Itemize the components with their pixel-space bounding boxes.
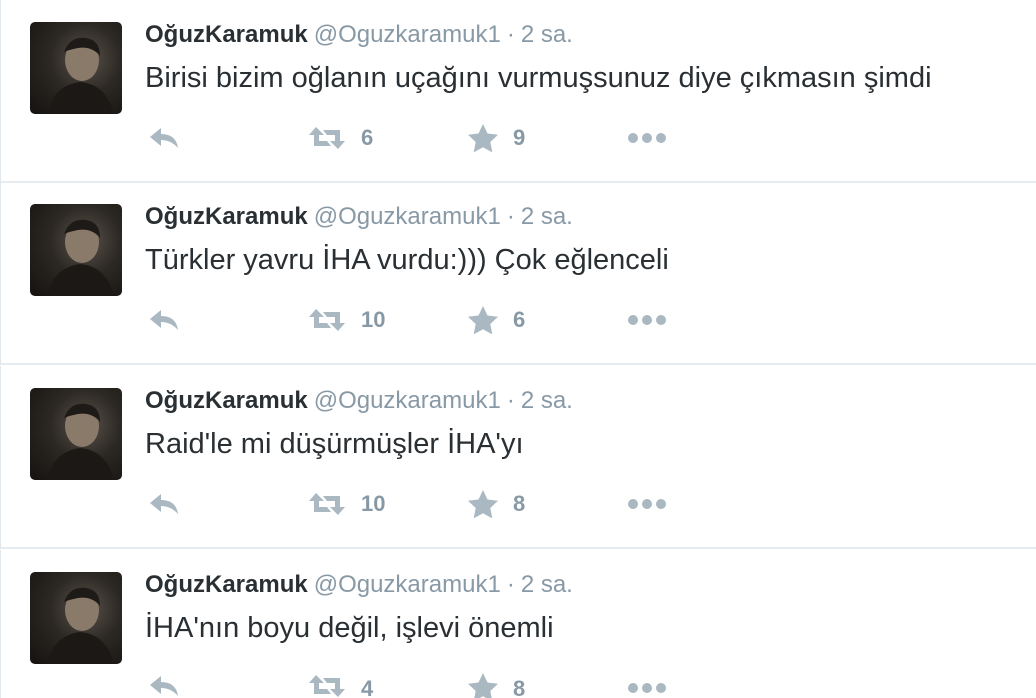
- tweet-text: İHA'nın boyu değil, işlevi önemli: [145, 612, 554, 644]
- reply-icon: [150, 676, 178, 696]
- favorite-count: 8: [513, 676, 526, 698]
- reply-button[interactable]: [147, 300, 181, 340]
- avatar-photo-icon: [48, 37, 114, 114]
- separator-dot: ·: [506, 387, 515, 414]
- favorite-button[interactable]: 6: [467, 300, 525, 340]
- retweet-button[interactable]: 10: [307, 484, 385, 524]
- tweet-text: Birisi bizim oğlanın uçağını vurmuşsunuz…: [145, 62, 932, 94]
- tweet-header: OğuzKaramuk @Oguzkaramuk1 · 2 sa.: [145, 568, 573, 602]
- retweet-icon: [309, 309, 345, 331]
- user-fullname[interactable]: OğuzKaramuk: [145, 387, 308, 414]
- divider: [1, 547, 1036, 549]
- tweet-timestamp[interactable]: 2 sa.: [521, 387, 573, 414]
- more-options-button[interactable]: [627, 672, 667, 698]
- avatar[interactable]: [30, 204, 122, 296]
- more-options-button[interactable]: [627, 300, 667, 340]
- retweet-count: 6: [361, 125, 374, 150]
- separator-dot: ·: [506, 21, 515, 48]
- user-handle[interactable]: @Oguzkaramuk1: [314, 21, 501, 48]
- avatar[interactable]: [30, 22, 122, 114]
- more-dots-icon: [628, 315, 666, 325]
- separator-dot: ·: [506, 571, 515, 598]
- star-icon: [468, 306, 498, 335]
- user-fullname[interactable]: OğuzKaramuk: [145, 203, 308, 230]
- tweet-item[interactable]: OğuzKaramuk @Oguzkaramuk1 · 2 sa. Türkler y…: [0, 182, 1036, 365]
- reply-button[interactable]: [147, 672, 181, 698]
- more-dots-icon: [628, 133, 666, 143]
- tweet-item[interactable]: OğuzKaramuk @Oguzkaramuk1 · 2 sa. İHA'nın b…: [0, 550, 1036, 698]
- reply-icon: [150, 494, 178, 514]
- tweet-timestamp[interactable]: 2 sa.: [521, 21, 573, 48]
- tweet-actions: 4 8: [145, 672, 705, 698]
- favorite-count: 6: [513, 307, 526, 332]
- tweet-header: OğuzKaramuk @Oguzkaramuk1 · 2 sa.: [145, 384, 573, 418]
- tweet-item[interactable]: OğuzKaramuk @Oguzkaramuk1 · 2 sa. Raid'le m…: [0, 366, 1036, 549]
- avatar-photo-icon: [48, 587, 114, 664]
- reply-icon: [150, 310, 178, 330]
- star-icon: [468, 673, 498, 698]
- reply-button[interactable]: [147, 484, 181, 524]
- retweet-button[interactable]: 6: [307, 118, 373, 158]
- reply-icon: [150, 128, 178, 148]
- tweet-actions: 6 9: [145, 118, 705, 158]
- user-handle[interactable]: @Oguzkaramuk1: [314, 387, 501, 414]
- tweet-text: Raid'le mi düşürmüşler İHA'yı: [145, 428, 524, 460]
- more-dots-icon: [628, 499, 666, 509]
- avatar-photo-icon: [48, 403, 114, 480]
- star-icon: [468, 124, 498, 153]
- more-dots-icon: [628, 683, 666, 693]
- reply-button[interactable]: [147, 118, 181, 158]
- tweet-item[interactable]: OğuzKaramuk @Oguzkaramuk1 · 2 sa. Birisi bi…: [0, 0, 1036, 183]
- divider: [1, 363, 1036, 365]
- favorite-count: 9: [513, 125, 526, 150]
- tweet-actions: 10 8: [145, 484, 705, 524]
- user-fullname[interactable]: OğuzKaramuk: [145, 21, 308, 48]
- favorite-button[interactable]: 8: [467, 672, 525, 698]
- more-options-button[interactable]: [627, 118, 667, 158]
- user-fullname[interactable]: OğuzKaramuk: [145, 571, 308, 598]
- tweet-timestamp[interactable]: 2 sa.: [521, 203, 573, 230]
- retweet-count: 10: [361, 491, 386, 516]
- avatar[interactable]: [30, 572, 122, 664]
- tweet-text: Türkler yavru İHA vurdu:))) Çok eğlencel…: [145, 244, 669, 276]
- star-icon: [468, 490, 498, 519]
- retweet-button[interactable]: 4: [307, 672, 373, 698]
- retweet-count: 4: [361, 676, 374, 698]
- separator-dot: ·: [506, 203, 515, 230]
- tweet-timeline: OğuzKaramuk @Oguzkaramuk1 · 2 sa. Birisi bi…: [0, 0, 1036, 698]
- retweet-count: 10: [361, 307, 386, 332]
- user-handle[interactable]: @Oguzkaramuk1: [314, 571, 501, 598]
- favorite-button[interactable]: 9: [467, 118, 525, 158]
- retweet-icon: [309, 675, 345, 697]
- retweet-button[interactable]: 10: [307, 300, 385, 340]
- avatar-photo-icon: [48, 219, 114, 296]
- retweet-icon: [309, 493, 345, 515]
- avatar[interactable]: [30, 388, 122, 480]
- tweet-header: OğuzKaramuk @Oguzkaramuk1 · 2 sa.: [145, 200, 573, 234]
- tweet-timestamp[interactable]: 2 sa.: [521, 571, 573, 598]
- tweet-actions: 10 6: [145, 300, 705, 340]
- more-options-button[interactable]: [627, 484, 667, 524]
- retweet-icon: [309, 127, 345, 149]
- tweet-header: OğuzKaramuk @Oguzkaramuk1 · 2 sa.: [145, 18, 573, 52]
- favorite-button[interactable]: 8: [467, 484, 525, 524]
- favorite-count: 8: [513, 491, 526, 516]
- user-handle[interactable]: @Oguzkaramuk1: [314, 203, 501, 230]
